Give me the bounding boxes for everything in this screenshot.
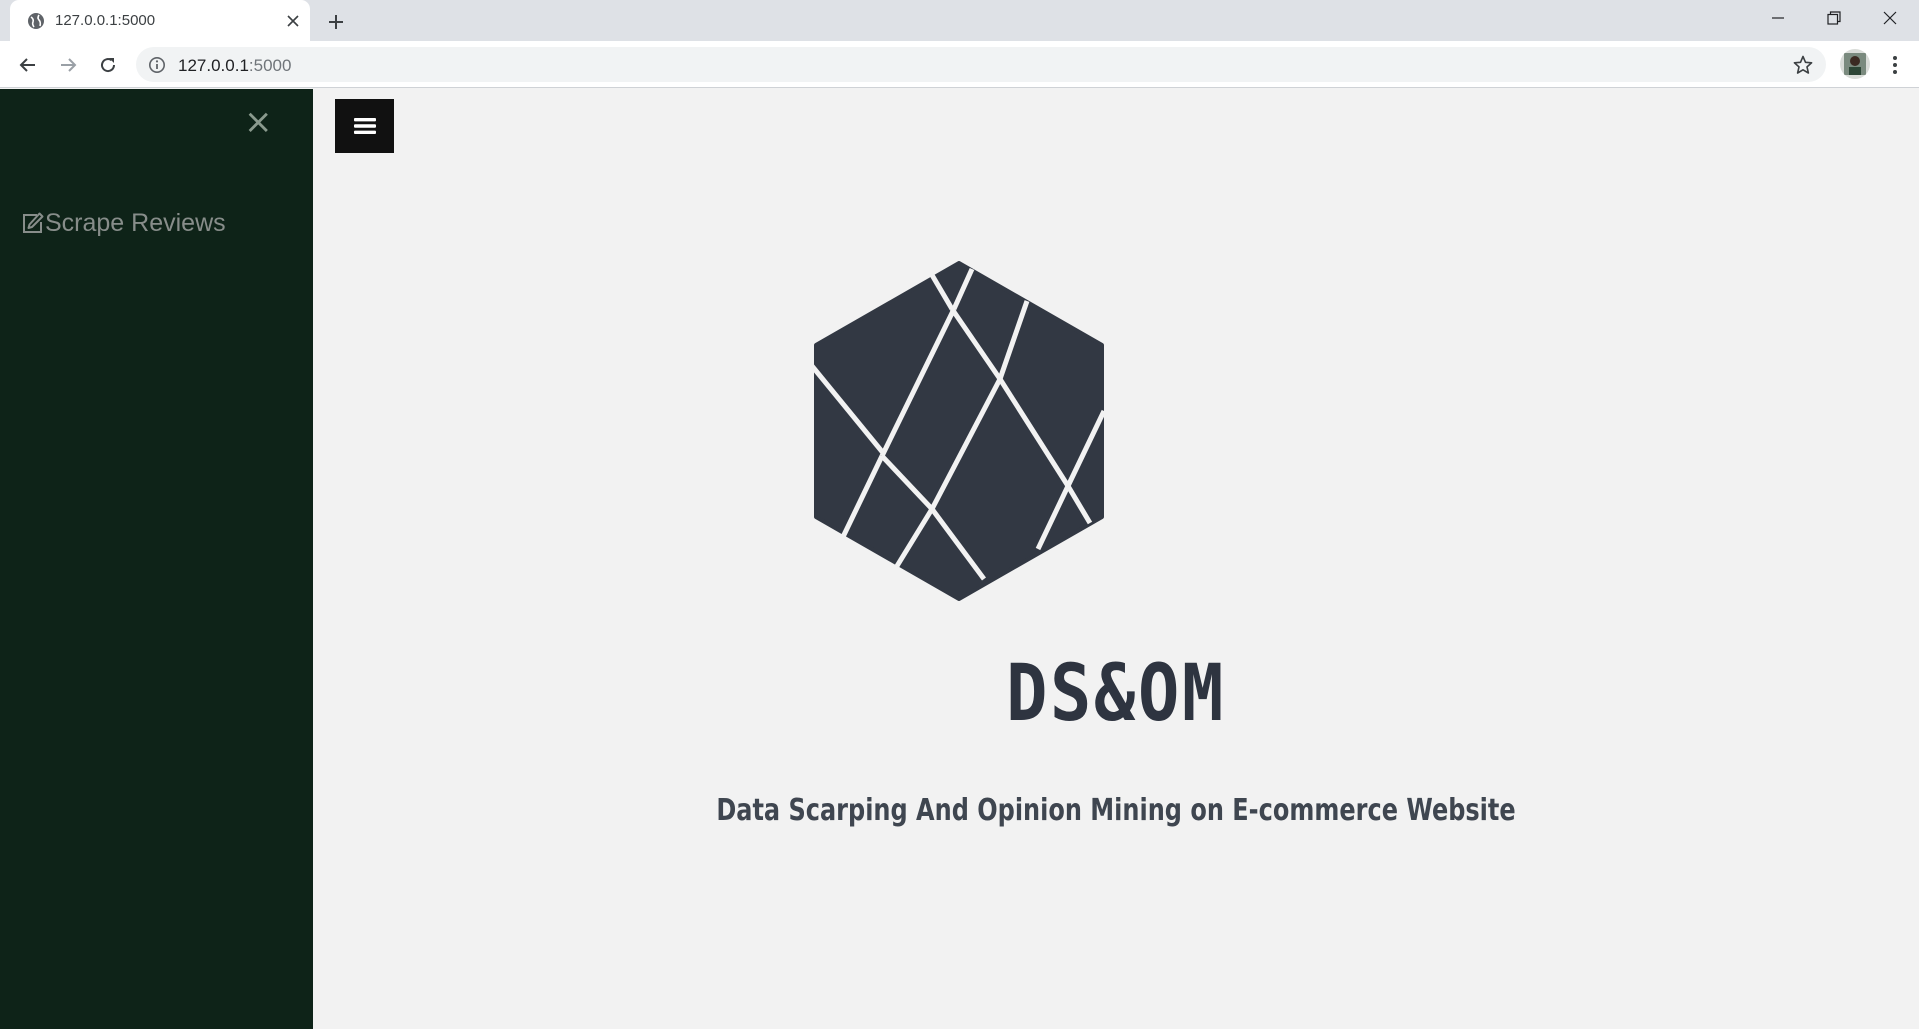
hamburger-icon: [353, 118, 376, 134]
arrow-right-icon: [61, 58, 77, 72]
restore-icon: [1827, 11, 1841, 25]
window-close-button[interactable]: [1862, 0, 1918, 36]
avatar-icon: [1840, 49, 1870, 79]
more-vertical-icon: [1893, 56, 1897, 74]
url-port: :5000: [248, 56, 292, 75]
sidebar-item-scrape-reviews[interactable]: Scrape Reviews: [20, 209, 226, 238]
profile-avatar[interactable]: [1840, 49, 1870, 79]
restore-button[interactable]: [1806, 0, 1862, 36]
arrow-left-icon: [19, 58, 35, 72]
edit-icon: [23, 212, 44, 233]
minimize-button[interactable]: [1750, 0, 1806, 36]
info-icon[interactable]: [148, 56, 166, 74]
reload-icon: [101, 58, 116, 73]
browser-menu-button[interactable]: [1880, 50, 1910, 80]
close-icon: [287, 15, 299, 27]
plus-icon: [329, 15, 343, 29]
globe-icon: [28, 13, 44, 29]
url-host: 127.0.0.1: [178, 56, 249, 75]
back-button[interactable]: [13, 50, 43, 80]
menu-toggle-button[interactable]: [335, 99, 394, 153]
sidebar-close-button[interactable]: ×: [244, 105, 273, 139]
browser-tab[interactable]: 127.0.0.1:5000: [10, 0, 310, 41]
close-icon: [1883, 11, 1897, 25]
sidebar-item-label: Scrape Reviews: [45, 209, 226, 237]
url-text: 127.0.0.1:5000: [178, 56, 291, 76]
reload-button[interactable]: [93, 50, 123, 80]
star-icon[interactable]: [1792, 54, 1814, 76]
tab-title: 127.0.0.1:5000: [55, 12, 156, 29]
browser-tabbar: 127.0.0.1:5000: [0, 0, 1919, 41]
browser-toolbar: 127.0.0.1:5000: [0, 41, 1919, 88]
tab-close-button[interactable]: [282, 10, 304, 32]
page-content: × Scrape Reviews DS&OM Data Scarping And…: [0, 89, 1919, 1029]
forward-button[interactable]: [53, 50, 83, 80]
new-tab-button[interactable]: [322, 8, 350, 36]
sidebar: × Scrape Reviews: [0, 89, 313, 1029]
hexagon-logo-icon: [812, 261, 1106, 601]
page-title: DS&OM: [1006, 649, 1226, 739]
minimize-icon: [1772, 17, 1784, 19]
page-subtitle: Data Scarping And Opinion Mining on E-co…: [716, 793, 1516, 828]
address-bar[interactable]: 127.0.0.1:5000: [136, 47, 1826, 82]
